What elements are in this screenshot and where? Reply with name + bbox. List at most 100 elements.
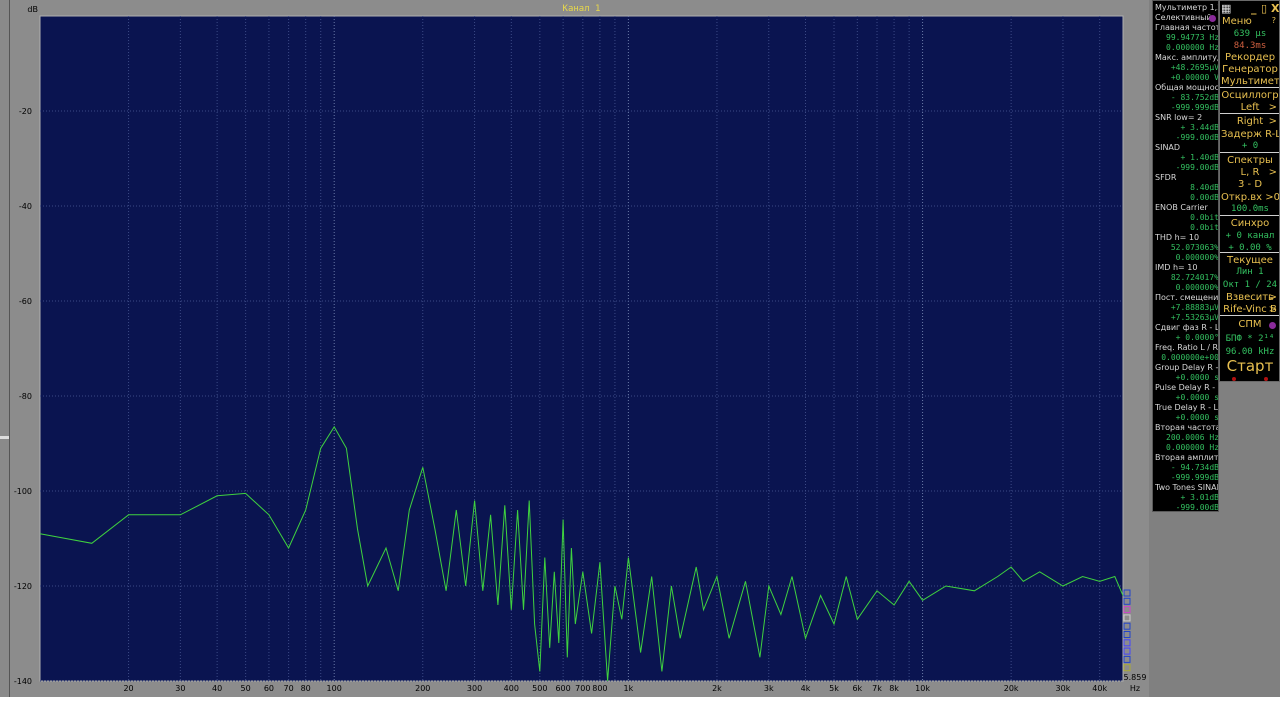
menu-item-0-00[interactable]: + 0.00 % (1221, 243, 1279, 253)
spectrum-chart: -20 -40 -60 -80 -100 -120 -140 20 30 40 50 60 70 80 10… (10, 0, 1149, 697)
menu-item-label: Спектры (1227, 155, 1273, 166)
panel-value: +7.53263µV (1170, 313, 1219, 322)
menu-item-бпф-2[interactable]: БПФ * 2¹⁴ (1221, 334, 1279, 344)
corner-value: 5.859 (1124, 673, 1147, 682)
menu-item-label: Генератор (1222, 64, 1278, 75)
menu-item-0-канал[interactable]: + 0 канал (1221, 231, 1279, 241)
panel-value: 0.000000% (1175, 283, 1219, 292)
x-tick-label: 5k (829, 684, 839, 693)
panel-value: 82.724017% (1170, 273, 1219, 282)
minimize-button[interactable]: _ (1251, 2, 1257, 15)
panel-label: Pulse Delay R - L (1155, 383, 1219, 392)
menu-item-мультиметр[interactable]: Мультиметр (1221, 76, 1279, 87)
chevron-right-icon: > (1268, 167, 1277, 178)
menu-item-label: + 0 канал (1225, 231, 1275, 241)
menu-item-label: + 0 (1241, 141, 1259, 151)
menu-item-96-00-khz[interactable]: 96.00 kHz (1221, 347, 1279, 357)
menu-item-осциллогр[interactable]: Осциллогр (1221, 90, 1279, 101)
panel-value: 0.00dB (1190, 193, 1219, 202)
x-tick-label: 700 (575, 684, 590, 693)
panel-label: SNR low= 2 (1155, 113, 1203, 122)
maximize-button[interactable]: ▯ (1261, 2, 1267, 15)
x-tick-label: 300 (467, 684, 482, 693)
menu-separator (1220, 113, 1279, 114)
x-tick-label: 100 (327, 684, 342, 693)
menu-separator (1220, 152, 1279, 153)
x-tick-label: 2k (712, 684, 722, 693)
x-tick-label: 500 (532, 684, 547, 693)
panel-value: 52.073063% (1170, 243, 1219, 252)
app-icon[interactable]: ▦ (1221, 2, 1231, 15)
y-tick-label: -20 (19, 107, 32, 116)
panel-value: -999.00dB (1175, 503, 1219, 512)
menu-item-label: Взвесить (1226, 292, 1274, 303)
x-tick-label: 40k (1092, 684, 1107, 693)
x-tick-label: 10k (915, 684, 930, 693)
panel-value: +0.0000 s (1175, 373, 1219, 382)
x-tick-label: 1k (624, 684, 634, 693)
menu-item-генератор[interactable]: Генератор (1221, 64, 1279, 75)
chevron-right-icon: > (1268, 304, 1277, 315)
psd-toggle-icon[interactable] (1269, 322, 1276, 329)
menu-item-откр-вх-0[interactable]: Откр.вх >0< (1221, 192, 1279, 203)
panel-label: Сдвиг фаз R - L (1155, 323, 1219, 332)
menu-item-спм[interactable]: СПМ (1221, 319, 1279, 330)
menu-item-right[interactable]: Right > (1221, 116, 1279, 127)
menu-item-label: Текущее (1227, 255, 1273, 266)
menu-item-l-r[interactable]: L, R > (1221, 167, 1279, 178)
panel-label: Group Delay R - L (1155, 363, 1219, 372)
panel-label: ENOB Carrier (1155, 203, 1208, 212)
menu-item-label: 96.00 kHz (1225, 347, 1275, 357)
panel-value: 8.40dB (1190, 183, 1219, 192)
menu-separator (1220, 87, 1279, 88)
menu-item-label: СПМ (1238, 319, 1262, 330)
panel-label: Two Tones SINAD (1155, 483, 1219, 492)
close-button[interactable]: X (1271, 2, 1279, 15)
menu-item-0[interactable]: + 0 (1221, 141, 1279, 151)
x-tick-label: 8k (889, 684, 899, 693)
menu-separator (1220, 215, 1279, 216)
panel-value: + 3.44dB (1180, 123, 1219, 132)
panel-label: True Delay R - L (1155, 403, 1219, 412)
menu-item-синхро[interactable]: Синхро (1221, 218, 1279, 229)
panel-label: Вторая амплитуда (1155, 453, 1219, 462)
left-splitter[interactable] (0, 0, 10, 717)
splitter-grip[interactable] (0, 436, 9, 439)
menu-item-3-d[interactable]: 3 - D (1221, 179, 1279, 190)
y-tick-label: -100 (14, 487, 32, 496)
x-tick-label: 600 (555, 684, 570, 693)
selective-toggle-icon[interactable] (1209, 15, 1216, 22)
menu-item-left[interactable]: Left > (1221, 102, 1279, 113)
menu-item-100-0ms[interactable]: 100.0ms (1221, 204, 1279, 214)
panel-value: +48.2695µV (1170, 63, 1219, 72)
panel-value: -999.00dB (1175, 133, 1219, 142)
menu-item-rife-vinc-b[interactable]: Rife-Vinc B > (1221, 304, 1279, 315)
panel-label: Вторая частота (1155, 423, 1219, 432)
x-tick-label: 200 (415, 684, 430, 693)
panel-value: 99.94773 Hz (1166, 33, 1219, 42)
menu-item-label: Left (1240, 102, 1260, 113)
menu-item-окт-1-24[interactable]: Окт 1 / 24 (1221, 280, 1279, 290)
x-tick-label: 6k (852, 684, 862, 693)
menu-item-задерж-r-l[interactable]: Задерж R-L (1221, 129, 1279, 140)
panel-value: 0.000000 Hz (1166, 443, 1219, 452)
menu-item-label: 100.0ms (1231, 204, 1269, 214)
x-tick-label: 20 (123, 684, 133, 693)
panel-value: +7.88883µV (1170, 303, 1219, 312)
bottom-strip (0, 697, 1280, 717)
start-button[interactable]: Старт (1221, 357, 1279, 375)
panel-value: + 0.0000° (1175, 333, 1219, 342)
panel-value: 200.0006 Hz (1166, 433, 1219, 442)
help-button[interactable]: ? (1222, 16, 1276, 25)
panel-value: -999.00dB (1175, 163, 1219, 172)
x-tick-label: 40 (212, 684, 222, 693)
y-tick-label: -140 (14, 677, 32, 686)
menu-item-взвесить[interactable]: Взвесить > (1221, 292, 1279, 303)
menu-item-рекордер[interactable]: Рекордер (1221, 52, 1279, 63)
menu-item-спектры[interactable]: Спектры (1221, 155, 1279, 166)
menu-item-лин-1[interactable]: Лин 1 (1221, 267, 1279, 277)
panel-label: THD h= 10 (1155, 233, 1200, 242)
x-tick-label: 70 (284, 684, 294, 693)
menu-item-текущее[interactable]: Текущее (1221, 255, 1279, 266)
panel-value: 0.000000 Hz (1166, 43, 1219, 52)
